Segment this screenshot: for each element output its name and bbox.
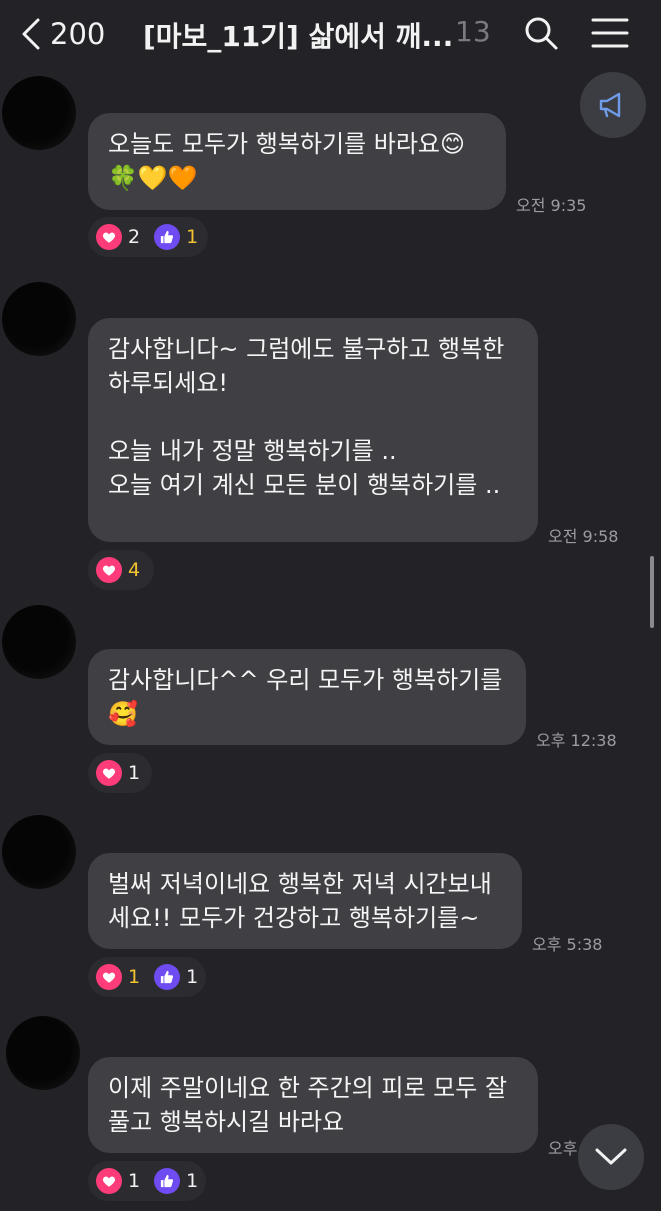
- reaction-count: 4: [128, 559, 141, 581]
- avatar[interactable]: [2, 815, 76, 889]
- reaction-heart[interactable]: 4: [96, 557, 140, 583]
- reaction-thumbs-up[interactable]: 1: [154, 224, 198, 250]
- message-time: 오전 9:35: [516, 196, 587, 215]
- heart-icon: [96, 557, 122, 583]
- reaction-heart[interactable]: 1: [96, 760, 140, 786]
- chat-title: [마보_11기] 삶에서 깨...: [143, 20, 454, 53]
- reaction-heart[interactable]: 2: [96, 224, 140, 250]
- reactions-bar[interactable]: 1 1: [88, 1161, 206, 1201]
- reaction-heart[interactable]: 1: [96, 1168, 140, 1194]
- heart-icon: [96, 964, 122, 990]
- thumbs-up-icon: [154, 964, 181, 990]
- thumbs-up-icon: [154, 224, 181, 250]
- thumbs-up-icon: [154, 1168, 181, 1194]
- avatar[interactable]: [2, 76, 76, 150]
- scroll-to-bottom-button[interactable]: [578, 1124, 644, 1190]
- reaction-count: 2: [128, 226, 141, 248]
- heart-icon: [96, 224, 122, 250]
- message-bubble: 감사합니다~ 그럼에도 불구하고 행복한 하루되세요! 오늘 내가 정말 행복하…: [88, 318, 538, 542]
- avatar[interactable]: [2, 605, 76, 679]
- message-time: 오전 9:58: [548, 527, 619, 546]
- reaction-heart[interactable]: 1: [96, 964, 140, 990]
- heart-icon: [96, 1168, 122, 1194]
- chat-header: 200 [마보_11기] 삶에서 깨... 13: [0, 0, 661, 66]
- reaction-count: 1: [186, 966, 199, 988]
- reaction-thumbs-up[interactable]: 1: [154, 1168, 198, 1194]
- message-bubble: 벌써 저녁이네요 행복한 저녁 시간보내 세요!! 모두가 건강하고 행복하기를…: [88, 853, 522, 949]
- reaction-thumbs-up[interactable]: 1: [154, 964, 198, 990]
- message-time: 오후: [548, 1139, 578, 1158]
- hamburger-menu-icon: [591, 18, 629, 48]
- avatar[interactable]: [6, 1016, 80, 1090]
- reactions-bar[interactable]: 1: [88, 753, 152, 793]
- reactions-bar[interactable]: 2 1: [88, 217, 208, 257]
- message-time: 오후 5:38: [532, 935, 603, 954]
- chevron-down-icon: [595, 1148, 627, 1165]
- reaction-count: 1: [186, 1170, 199, 1192]
- reaction-count: 1: [128, 1170, 141, 1192]
- scrollbar[interactable]: [650, 556, 654, 628]
- megaphone-icon: [599, 92, 621, 118]
- message-time: 오후 12:38: [536, 731, 617, 750]
- chevron-left-icon: [22, 18, 40, 50]
- menu-button[interactable]: [590, 16, 630, 50]
- search-icon: [525, 17, 558, 50]
- back-button[interactable]: 200: [20, 14, 130, 54]
- unread-count: 200: [50, 17, 106, 51]
- member-count: 13: [455, 15, 491, 48]
- avatar[interactable]: [2, 282, 76, 356]
- message-bubble: 감사합니다^^ 우리 모두가 행복하기를 🥰: [88, 649, 526, 745]
- notice-button[interactable]: [580, 72, 646, 138]
- heart-icon: [96, 760, 122, 786]
- reactions-bar[interactable]: 1 1: [88, 957, 206, 997]
- reaction-count: 1: [186, 226, 199, 248]
- search-button[interactable]: [522, 14, 560, 52]
- reactions-bar[interactable]: 4: [88, 550, 154, 590]
- message-bubble: 이제 주말이네요 한 주간의 피로 모두 잘 풀고 행복하시길 바라요: [88, 1057, 538, 1153]
- reaction-count: 1: [128, 966, 141, 988]
- reaction-count: 1: [128, 762, 141, 784]
- message-bubble: 오늘도 모두가 행복하기를 바라요😊 🍀💛🧡: [88, 113, 506, 210]
